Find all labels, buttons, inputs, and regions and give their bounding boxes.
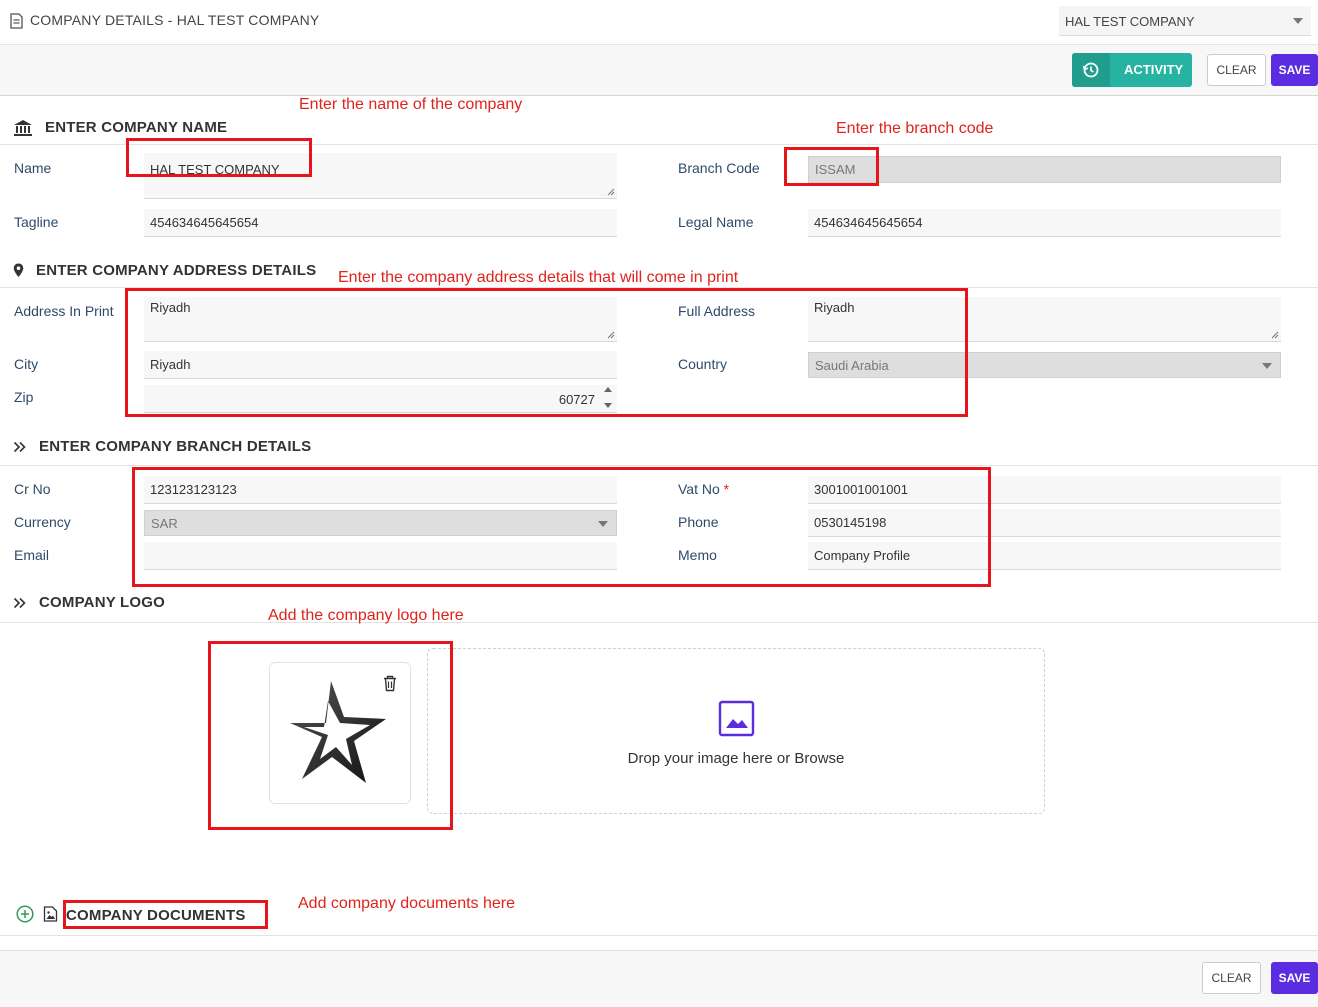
divider bbox=[0, 935, 1318, 936]
dropzone-text: Drop your image here or Browse bbox=[627, 750, 845, 767]
annotation-box-name bbox=[126, 138, 312, 177]
zip-label: Zip bbox=[14, 389, 34, 405]
legal-name-label: Legal Name bbox=[678, 214, 754, 230]
double-chevron-icon bbox=[13, 441, 26, 453]
bank-icon bbox=[14, 120, 32, 136]
divider bbox=[0, 622, 1318, 623]
annotation-name: Enter the name of the company bbox=[299, 96, 523, 113]
cr-no-label: Cr No bbox=[14, 481, 51, 497]
name-label: Name bbox=[14, 160, 52, 176]
currency-label: Currency bbox=[14, 514, 71, 530]
divider bbox=[0, 465, 1318, 466]
double-chevron-icon bbox=[13, 597, 26, 609]
activity-label: ACTIVITY bbox=[1124, 62, 1184, 77]
section-company-name: ENTER COMPANY NAME bbox=[45, 119, 228, 136]
page-title: COMPANY DETAILS - HAL TEST COMPANY bbox=[30, 12, 320, 28]
footer-bar bbox=[0, 950, 1318, 1007]
resize-handle-icon bbox=[607, 188, 615, 196]
chevron-down-icon bbox=[1262, 363, 1272, 369]
footer-save-button[interactable]: SAVE bbox=[1271, 962, 1318, 994]
tagline-label: Tagline bbox=[14, 214, 59, 230]
footer-clear-button[interactable]: CLEAR bbox=[1202, 962, 1261, 994]
chevron-down-icon bbox=[1293, 18, 1303, 24]
annotation-box-documents bbox=[63, 900, 268, 929]
annotation-documents: Add company documents here bbox=[298, 895, 516, 912]
clear-button[interactable]: CLEAR bbox=[1207, 54, 1266, 86]
section-logo: COMPANY LOGO bbox=[39, 594, 166, 611]
annotation-box-address bbox=[125, 288, 968, 417]
company-selector[interactable]: HAL TEST COMPANY bbox=[1059, 6, 1311, 36]
legal-name-field[interactable]: 454634645645654 bbox=[808, 209, 1281, 237]
annotation-box-logo bbox=[208, 641, 453, 830]
annotation-box-branch bbox=[132, 467, 991, 587]
history-icon bbox=[1082, 62, 1099, 78]
add-circle-icon[interactable] bbox=[16, 905, 34, 923]
logo-dropzone[interactable]: Drop your image here or Browse bbox=[427, 648, 1045, 814]
tagline-field[interactable]: 454634645645654 bbox=[144, 209, 617, 237]
annotation-logo: Add the company logo here bbox=[268, 607, 464, 624]
annotation-branch-code: Enter the branch code bbox=[836, 120, 994, 137]
city-label: City bbox=[14, 356, 39, 372]
email-label: Email bbox=[14, 547, 50, 563]
resize-handle-icon bbox=[1271, 331, 1279, 339]
annotation-box-branch-code bbox=[784, 147, 879, 186]
file-image-icon bbox=[43, 906, 58, 922]
image-icon bbox=[718, 700, 755, 737]
section-branch: ENTER COMPANY BRANCH DETAILS bbox=[39, 438, 312, 455]
map-pin-icon bbox=[13, 263, 24, 277]
document-icon bbox=[10, 13, 23, 29]
branch-code-label: Branch Code bbox=[678, 160, 760, 176]
save-button[interactable]: SAVE bbox=[1271, 54, 1318, 86]
company-selector-value: HAL TEST COMPANY bbox=[1065, 14, 1195, 29]
annotation-address: Enter the company address details that w… bbox=[338, 269, 739, 286]
section-address: ENTER COMPANY ADDRESS DETAILS bbox=[36, 262, 317, 279]
activity-button[interactable]: ACTIVITY bbox=[1072, 53, 1192, 87]
address-in-print-label: Address In Print bbox=[14, 303, 114, 319]
